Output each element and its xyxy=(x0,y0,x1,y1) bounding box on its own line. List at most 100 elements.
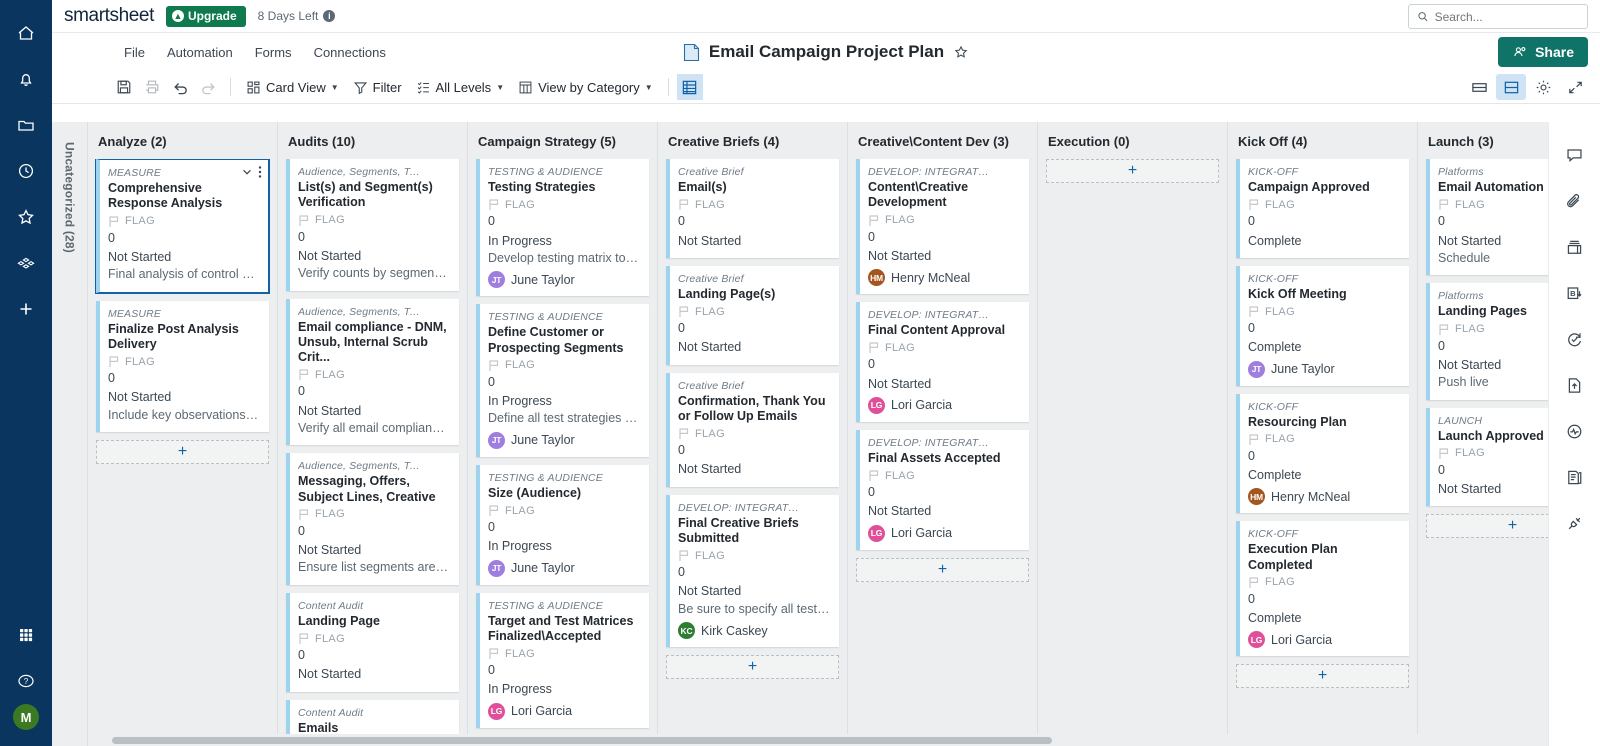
share-button[interactable]: Share xyxy=(1498,37,1588,67)
add-card-button[interactable]: + xyxy=(856,557,1029,582)
assignee-avatar: LG xyxy=(1248,631,1265,649)
upgrade-button[interactable]: ▲ Upgrade xyxy=(165,5,246,27)
add-card-button[interactable]: + xyxy=(1046,159,1219,183)
card-flag-label: FLAG xyxy=(885,469,915,482)
help-icon[interactable]: ? xyxy=(4,658,48,704)
task-card[interactable]: Platforms Landing Pages FLAG 0 Not Started Pu… xyxy=(1426,283,1548,400)
task-card[interactable]: DEVELOP: INTEGRATED CHANNEL... Final Cont… xyxy=(856,302,1029,422)
task-card[interactable]: KICK-OFF Kick Off Meeting FLAG 0 Complete JT J… xyxy=(1236,265,1409,386)
card-assignee[interactable]: KC Kirk Caskey xyxy=(678,622,830,639)
horizontal-scroll-thumb[interactable] xyxy=(112,737,1052,744)
publish-file-icon[interactable] xyxy=(1553,362,1597,408)
task-card[interactable]: MEASURE Comprehensive Response Analysis FL… xyxy=(96,159,269,293)
task-card[interactable]: KICK-OFF Campaign Approved FLAG 0 Complete xyxy=(1236,159,1409,258)
task-card[interactable]: Creative Brief Confirmation, Thank You or… xyxy=(666,372,839,487)
card-assignee[interactable]: JT June Taylor xyxy=(488,559,640,577)
collapsed-lane-uncategorized[interactable]: Uncategorized (28) xyxy=(52,122,88,746)
group-by-selector[interactable]: View by Category ▼ xyxy=(511,77,660,98)
print-icon[interactable] xyxy=(138,74,166,100)
view-selector[interactable]: Card View ▼ xyxy=(239,77,346,98)
favorites-star-icon[interactable] xyxy=(4,194,48,240)
update-requests-icon[interactable] xyxy=(1553,316,1597,362)
task-card[interactable]: TESTING & AUDIENCE Target and Test Matric… xyxy=(476,592,649,728)
card-assignee[interactable]: JT June Taylor xyxy=(488,431,640,449)
avatar[interactable]: M xyxy=(13,704,39,730)
info-icon[interactable]: i xyxy=(323,10,336,22)
settings-gear-icon[interactable] xyxy=(1528,74,1558,100)
connections-icon[interactable] xyxy=(1553,500,1597,546)
add-card-button[interactable]: + xyxy=(1236,664,1409,689)
card-assignee[interactable]: LG Lori Garcia xyxy=(868,396,1020,414)
undo-icon[interactable] xyxy=(166,74,194,100)
apps-grid-icon[interactable] xyxy=(4,612,48,658)
card-assignee[interactable]: HM Henry McNeal xyxy=(1248,488,1400,506)
archive-icon[interactable] xyxy=(1553,224,1597,270)
recents-clock-icon[interactable] xyxy=(4,148,48,194)
card-assignee[interactable]: HM Henry McNeal xyxy=(868,269,1020,286)
add-card-button[interactable]: + xyxy=(96,440,269,464)
task-card[interactable]: Content Audit Landing Page FLAG 0 Not Starte… xyxy=(286,592,459,692)
levels-selector[interactable]: All Levels ▼ xyxy=(409,77,512,98)
task-card[interactable]: DEVELOP: INTEGRATED CHANNEL...Final Crea… xyxy=(666,494,839,647)
task-card[interactable]: TESTING & AUDIENCE Testing Strategies FLAG… xyxy=(476,159,649,297)
assignee-name: June Taylor xyxy=(511,272,575,287)
card-assignee[interactable]: JT June Taylor xyxy=(488,271,640,289)
smartsheet-logo[interactable]: smartsheet xyxy=(64,5,154,27)
split-view-icon[interactable] xyxy=(1496,74,1526,100)
task-card[interactable]: TESTING & AUDIENCE Size (Audience) FLAG 0 In… xyxy=(476,464,649,585)
workspaces-icon[interactable] xyxy=(4,240,48,286)
folder-icon[interactable] xyxy=(4,102,48,148)
redo-icon[interactable] xyxy=(194,74,222,100)
flag-icon xyxy=(869,470,879,481)
task-card[interactable]: Audience, Segments, Tests List(s) and Seg… xyxy=(286,159,459,291)
task-card[interactable]: Platforms Email Automation FLAG 0 Not Starte… xyxy=(1426,159,1548,276)
task-card[interactable]: DEVELOP: INTEGRATED CHANNEL... Content\Cr… xyxy=(856,159,1029,294)
search-input[interactable] xyxy=(1434,9,1579,24)
search-box[interactable] xyxy=(1408,4,1588,29)
menu-item-forms[interactable]: Forms xyxy=(245,40,302,65)
notifications-icon[interactable] xyxy=(4,56,48,102)
card-number-value: 0 xyxy=(488,374,495,389)
column-card-list: MEASURE Comprehensive Response Analysis FL… xyxy=(88,159,277,746)
task-card[interactable]: Creative Brief Landing Page(s) FLAG 0 Not St… xyxy=(666,265,839,365)
card-status: Not Started xyxy=(1438,233,1502,248)
card-menu-kebab-icon[interactable] xyxy=(258,165,262,182)
filter-button[interactable]: Filter xyxy=(346,77,409,98)
menu-item-file[interactable]: File xyxy=(114,40,155,65)
activity-log-icon[interactable] xyxy=(1553,408,1597,454)
summary-icon[interactable] xyxy=(1553,454,1597,500)
brandfolder-icon[interactable]: B xyxy=(1553,270,1597,316)
menu-item-connections[interactable]: Connections xyxy=(304,40,396,65)
horizontal-scrollbar[interactable] xyxy=(88,734,1496,746)
card-assignee[interactable]: LG Lori Garcia xyxy=(868,524,1020,542)
fullscreen-icon[interactable] xyxy=(1560,74,1590,100)
conversations-icon[interactable] xyxy=(1553,132,1597,178)
menu-item-automation[interactable]: Automation xyxy=(157,40,243,65)
card-flag-row: FLAG xyxy=(1248,198,1400,211)
home-icon[interactable] xyxy=(4,10,48,56)
card-assignee[interactable]: JT June Taylor xyxy=(1248,360,1400,378)
save-icon[interactable] xyxy=(110,74,138,100)
chevron-down-icon[interactable] xyxy=(241,166,253,181)
task-card[interactable]: Creative Brief Email(s) FLAG 0 Not Started xyxy=(666,159,839,258)
task-card[interactable]: Audience, Segments, Tests Email complianc… xyxy=(286,298,459,446)
page-title[interactable]: Email Campaign Project Plan xyxy=(709,42,944,62)
row-height-icon[interactable] xyxy=(1464,74,1494,100)
task-card[interactable]: KICK-OFF Execution Plan Completed FLAG 0 Com… xyxy=(1236,521,1409,657)
create-plus-icon[interactable] xyxy=(4,286,48,332)
attachments-icon[interactable] xyxy=(1553,178,1597,224)
task-card[interactable]: MEASURE Finalize Post Analysis Delivery FL… xyxy=(96,300,269,432)
favorite-star-icon[interactable] xyxy=(953,44,969,60)
task-card[interactable]: Audience, Segments, Tests Messaging, Offe… xyxy=(286,453,459,585)
column-header: Campaign Strategy (5) xyxy=(478,134,616,149)
task-card[interactable]: LAUNCH Launch Approved FLAG 0 Not Started xyxy=(1426,407,1548,507)
task-card[interactable]: DEVELOP: INTEGRATED CHANNEL...Final Asse… xyxy=(856,429,1029,550)
grid-density-icon[interactable] xyxy=(676,74,703,100)
card-assignee[interactable]: LG Lori Garcia xyxy=(1248,631,1400,649)
task-card[interactable]: KICK-OFF Resourcing Plan FLAG 0 Complete HM He… xyxy=(1236,393,1409,514)
task-card[interactable]: TESTING & AUDIENCE Define Customer or Pro… xyxy=(476,304,649,457)
add-card-button[interactable]: + xyxy=(1426,514,1548,539)
board-column: Campaign Strategy (5) TESTING & AUDIENCE T… xyxy=(468,122,658,746)
card-assignee[interactable]: LG Lori Garcia xyxy=(488,702,640,720)
add-card-button[interactable]: + xyxy=(666,655,839,679)
